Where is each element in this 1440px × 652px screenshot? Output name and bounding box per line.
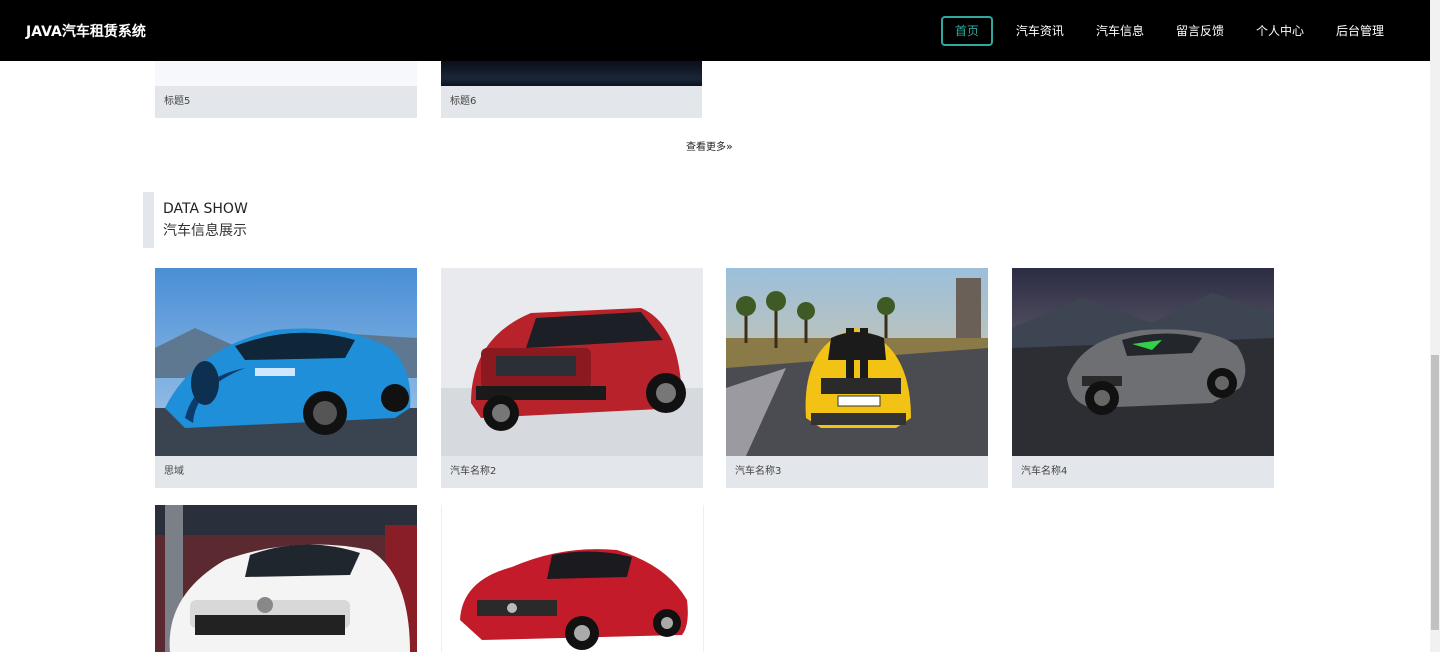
car-image	[1012, 268, 1274, 456]
news-card[interactable]: 标题6	[441, 61, 702, 118]
car-card[interactable]	[155, 505, 417, 652]
nav-personal-center[interactable]: 个人中心	[1240, 16, 1320, 46]
car-card[interactable]: 汽车名称2	[441, 268, 703, 488]
car-name: 汽车名称3	[735, 466, 782, 477]
scrollbar-thumb[interactable]	[1431, 355, 1439, 630]
car-image	[155, 268, 417, 456]
view-more-label: 查看更多	[686, 142, 726, 153]
site-brand[interactable]: JAVA汽车租赁系统	[26, 21, 146, 41]
main-nav: 首页 汽车资讯 汽车信息 留言反馈 个人中心 后台管理	[940, 16, 1400, 46]
news-thumbnail	[155, 61, 417, 86]
car-image	[726, 268, 988, 456]
nav-home[interactable]: 首页	[940, 16, 993, 46]
page-scrollbar[interactable]	[1430, 0, 1440, 652]
car-card[interactable]: 汽车名称3	[726, 268, 988, 488]
news-title: 标题5	[155, 86, 417, 118]
section-title-en: DATA SHOW	[163, 201, 248, 217]
car-name: 汽车名称2	[450, 466, 497, 477]
car-card[interactable]: 思域	[155, 268, 417, 488]
news-card[interactable]: 标题5	[155, 61, 417, 118]
nav-car-info[interactable]: 汽车信息	[1080, 16, 1160, 46]
car-name: 汽车名称4	[1021, 466, 1068, 477]
news-thumbnail	[441, 61, 702, 86]
nav-car-news[interactable]: 汽车资讯	[1000, 16, 1080, 46]
nav-admin[interactable]: 后台管理	[1320, 16, 1400, 46]
top-navbar: JAVA汽车租赁系统 首页 汽车资讯 汽车信息 留言反馈 个人中心 后台管理	[0, 0, 1430, 61]
section-title-cn: 汽车信息展示	[163, 223, 247, 239]
car-name: 思域	[164, 466, 184, 477]
section-heading: DATA SHOW 汽车信息展示	[143, 192, 248, 248]
car-image	[441, 268, 703, 456]
car-image	[155, 505, 417, 652]
car-card[interactable]	[441, 505, 704, 652]
double-chevron-right-icon: »	[726, 140, 733, 153]
car-image	[442, 505, 703, 652]
car-card[interactable]: 汽车名称4	[1012, 268, 1274, 488]
news-title: 标题6	[441, 86, 702, 118]
nav-feedback[interactable]: 留言反馈	[1160, 16, 1240, 46]
view-more-link[interactable]: 查看更多»	[686, 138, 733, 153]
